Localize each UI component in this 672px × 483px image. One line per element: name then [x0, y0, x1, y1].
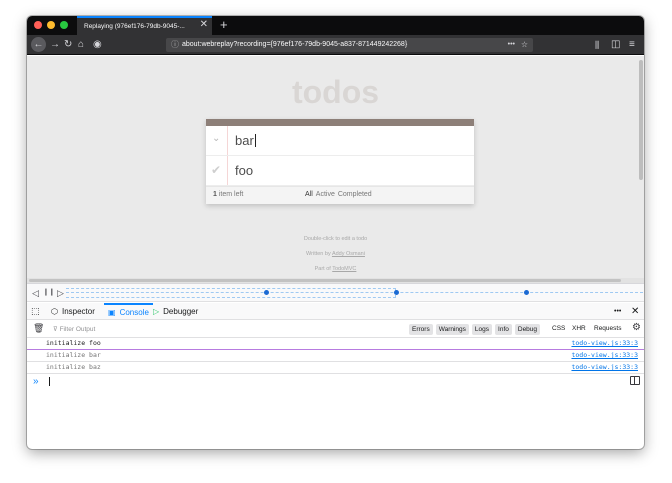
console-prompt-icon: »: [33, 376, 39, 387]
new-tab-button[interactable]: +: [220, 16, 228, 34]
info-icon[interactable]: ⓘ: [171, 38, 179, 52]
trash-icon[interactable]: 🗑: [33, 323, 44, 334]
devtools-toolbar: ⬚ ⬡ Inspector ▣ Console ▷ Debugger ••• ✕: [27, 303, 644, 320]
checkmark-icon[interactable]: ✔: [211, 163, 221, 177]
tab-debugger[interactable]: ▷ Debugger: [153, 303, 198, 320]
source-link[interactable]: todo-view.js:33:3: [571, 351, 638, 359]
page-actions-icon[interactable]: •••: [508, 38, 515, 52]
timeline-progress: [66, 288, 397, 298]
home-icon[interactable]: ⌂: [78, 37, 84, 53]
todo-label: foo: [235, 163, 254, 178]
tab-inspector[interactable]: ⬡ Inspector: [51, 303, 95, 320]
console-message[interactable]: initialize baz todo-view.js:33:3: [27, 362, 644, 374]
todo-header-bar: [206, 119, 474, 126]
toggle-all-icon[interactable]: ⌄: [212, 133, 220, 144]
record-icon[interactable]: ◉: [93, 37, 102, 53]
back-icon[interactable]: ←: [31, 37, 46, 52]
info-author: Written by Addy Osmani: [306, 251, 365, 257]
filter-requests-button[interactable]: Requests: [594, 325, 621, 332]
debugger-icon: ▷: [153, 307, 160, 316]
console-icon: ▣: [108, 308, 116, 317]
close-devtools-icon[interactable]: ✕: [631, 305, 639, 318]
source-link[interactable]: todo-view.js:33:3: [571, 339, 638, 347]
library-icon[interactable]: ⫼: [595, 37, 599, 53]
timeline-marker-current[interactable]: [394, 290, 399, 295]
filter-active[interactable]: Active: [316, 191, 335, 198]
forward-icon[interactable]: →: [50, 37, 60, 53]
project-link[interactable]: TodoMVC: [332, 266, 356, 272]
filter-all[interactable]: All: [305, 191, 313, 198]
filter-xhr-button[interactable]: XHR: [572, 325, 586, 332]
console-filter-bar: 🗑 ⊽ Filter Output Errors Warnings Logs I…: [27, 321, 644, 338]
browser-window: Replaying (976ef176-79db-9045-... ✕ + ← …: [27, 16, 644, 449]
filter-input[interactable]: ⊽ Filter Output: [53, 325, 95, 333]
source-link[interactable]: todo-view.js:33:3: [571, 363, 638, 371]
filter-info-button[interactable]: Info: [495, 324, 512, 335]
todo-app: ⌄ bar ✔ foo 1 item left All Active Complet…: [206, 119, 474, 204]
timeline-marker[interactable]: [524, 290, 529, 295]
author-link[interactable]: Addy Osmani: [332, 251, 365, 257]
app-title: todos: [291, 74, 380, 110]
console-input[interactable]: [49, 377, 50, 386]
log-level-buttons: Errors Warnings Logs Info Debug: [409, 324, 543, 335]
minimize-window-button[interactable]: [47, 21, 55, 29]
todo-footer: 1 item left All Active Completed: [206, 186, 474, 204]
info-project: Part of TodoMVC: [314, 266, 357, 272]
url-bar[interactable]: ⓘ about:webreplay?recording={976ef176-79…: [166, 38, 533, 52]
maximize-window-button[interactable]: [60, 21, 68, 29]
console-message[interactable]: initialize bar todo-view.js:33:3: [27, 350, 644, 362]
console-message[interactable]: initialize foo todo-view.js:33:3: [27, 338, 644, 350]
element-picker-icon[interactable]: ⬚: [31, 303, 40, 320]
gear-icon[interactable]: ⚙: [632, 322, 641, 333]
tab-console[interactable]: ▣ Console: [104, 303, 153, 320]
timeline-marker[interactable]: [264, 290, 269, 295]
sidebar-icon[interactable]: ◫: [611, 37, 620, 53]
inspector-icon: ⬡: [51, 307, 58, 316]
play-button[interactable]: ▷: [57, 286, 64, 300]
title-bar: Replaying (976ef176-79db-9045-... ✕ +: [27, 16, 644, 35]
close-window-button[interactable]: [34, 21, 42, 29]
todo-item-editing[interactable]: ⌄ bar: [206, 126, 474, 156]
todo-filters: All Active Completed: [305, 191, 375, 198]
vertical-scrollbar[interactable]: [639, 60, 643, 180]
bookmark-star-icon[interactable]: ☆: [521, 38, 528, 52]
reload-icon[interactable]: ↻: [64, 37, 72, 53]
replay-timeline: ◁ ❙❙ ▷: [27, 283, 644, 302]
page-content: todos ⌄ bar ✔ foo 1 item left All Active C…: [27, 56, 644, 283]
browser-tab[interactable]: Replaying (976ef176-79db-9045-... ✕: [77, 16, 212, 35]
rewind-button[interactable]: ◁: [32, 286, 39, 300]
more-tools-icon[interactable]: •••: [614, 305, 621, 318]
filter-css-button[interactable]: CSS: [552, 325, 565, 332]
todo-count: 1 item left: [213, 191, 244, 198]
url-text[interactable]: about:webreplay?recording={976ef176-79db…: [182, 38, 407, 52]
tab-close-icon[interactable]: ✕: [200, 19, 208, 30]
filter-errors-button[interactable]: Errors: [409, 324, 433, 335]
timeline-track[interactable]: [66, 288, 643, 298]
filter-debug-button[interactable]: Debug: [514, 324, 541, 335]
split-console-icon[interactable]: [630, 376, 640, 385]
todo-edit-input[interactable]: bar: [235, 133, 256, 148]
pause-button[interactable]: ❙❙: [43, 286, 55, 300]
navigation-bar: ← → ↻ ⌂ ◉ ⓘ about:webreplay?recording={9…: [27, 35, 644, 55]
filter-logs-button[interactable]: Logs: [471, 324, 493, 335]
filter-warnings-button[interactable]: Warnings: [435, 324, 469, 335]
info-hint: Double-click to edit a todo: [303, 236, 368, 242]
tab-title: Replaying (976ef176-79db-9045-...: [84, 23, 185, 30]
filter-completed[interactable]: Completed: [338, 191, 372, 198]
menu-icon[interactable]: ≡: [629, 37, 635, 53]
todo-item[interactable]: ✔ foo: [206, 156, 474, 186]
